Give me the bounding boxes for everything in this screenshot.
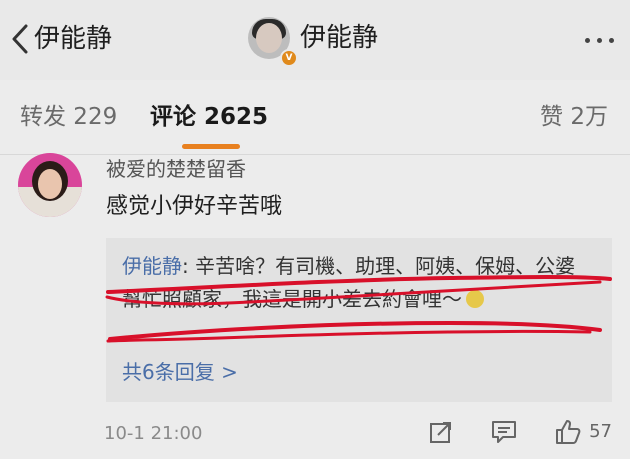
avatar-face: [256, 23, 282, 53]
more-options-icon[interactable]: [585, 38, 614, 43]
back-label: 伊能静: [34, 24, 113, 54]
commenter-name[interactable]: 被爱的楚楚留香: [106, 155, 246, 183]
tab-repost[interactable]: 转发 229: [20, 102, 117, 132]
share-icon: [429, 420, 453, 444]
reply-content: 伊能静: 辛苦啥？有司機、助理、阿姨、保姆、公婆幫忙照顧家，我這是開小差去約會哩…: [122, 250, 592, 316]
like-count: 57: [589, 421, 612, 442]
verified-badge-icon: V: [280, 49, 298, 67]
thumbs-up-icon: [555, 419, 581, 445]
tab-bar: 转发 229 评论 2625 赞 2万: [0, 80, 630, 155]
tab-like[interactable]: 赞 2万: [540, 102, 608, 132]
more-dot: [609, 38, 614, 43]
reply-button[interactable]: [491, 420, 517, 444]
reply-author[interactable]: 伊能静: [122, 254, 182, 278]
like-button[interactable]: 57: [555, 419, 612, 445]
back-button[interactable]: 伊能静: [10, 22, 112, 56]
commenter-avatar[interactable]: [18, 153, 82, 217]
comment-text: 感觉小伊好辛苦哦: [106, 194, 283, 219]
tab-comment[interactable]: 评论 2625: [150, 102, 268, 132]
profile-header[interactable]: 伊能静: [248, 17, 378, 59]
active-tab-indicator: [182, 144, 240, 149]
chevron-left-icon: [10, 22, 30, 56]
reply-box[interactable]: 伊能静: 辛苦啥？有司機、助理、阿姨、保姆、公婆幫忙照顧家，我這是開小差去約會哩…: [106, 238, 612, 402]
view-replies-link[interactable]: 共6条回复 >: [122, 358, 238, 386]
top-nav-bar: 伊能静 伊能静 V: [0, 0, 630, 81]
share-button[interactable]: [429, 420, 453, 444]
comment-icon: [491, 420, 517, 444]
emoji-icon: [466, 290, 484, 308]
comment-timestamp: 10-1 21:00: [104, 423, 203, 444]
comment-item: 被爱的楚楚留香 感觉小伊好辛苦哦 伊能静: 辛苦啥？有司機、助理、阿姨、保姆、公…: [0, 153, 630, 459]
more-dot: [597, 38, 602, 43]
avatar-face: [38, 169, 62, 199]
more-dot: [585, 38, 590, 43]
page-title: 伊能静: [300, 23, 379, 53]
reply-separator: :: [182, 254, 196, 278]
comment-actions: 57: [391, 419, 612, 445]
